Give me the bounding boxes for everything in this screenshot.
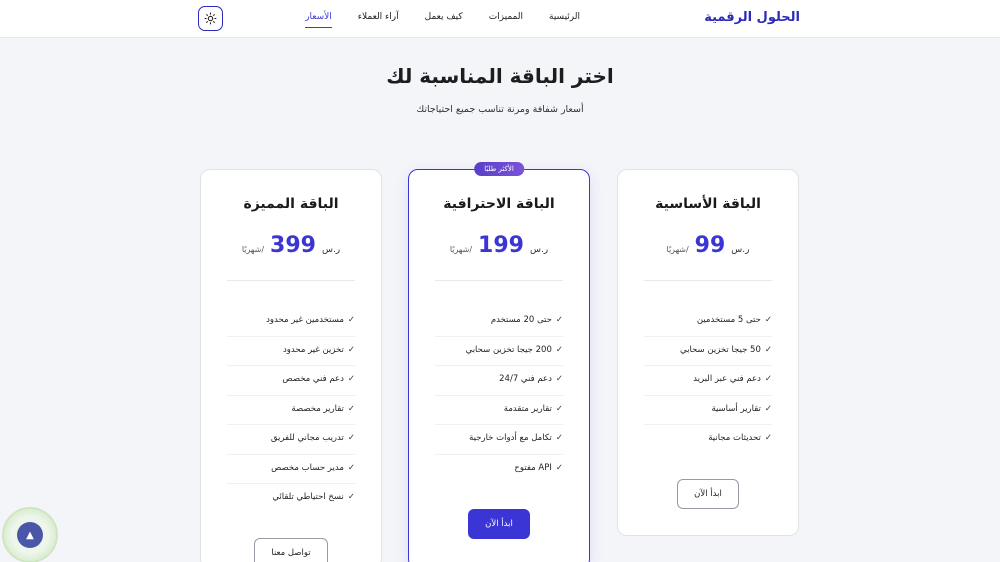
feature-item: ✓ تحديثات مجانية	[708, 433, 772, 443]
check-icon: ✓	[764, 374, 772, 384]
nav-item-home[interactable]: الرئيسية	[549, 12, 580, 22]
check-icon: ✓	[555, 462, 563, 473]
check-icon: ✓	[555, 344, 563, 355]
period-label: /شهريًا	[241, 245, 265, 254]
feature-item: ✓ تدريب مجاني للفريق	[227, 425, 355, 455]
site-header: الحلول الرقمية الرئيسية المميزات كيف يعم…	[0, 0, 1000, 38]
divider	[644, 280, 772, 281]
price-value: 399	[270, 233, 316, 258]
scroll-to-top-widget[interactable]: ▲	[2, 507, 58, 562]
feature-item: ✓ تقارير متقدمة	[435, 396, 563, 425]
price-row: ر.س 199 /شهريًا	[409, 233, 589, 258]
feature-item: ✓ دعم فني مخصص	[227, 366, 355, 396]
plan-card-basic: الباقة الأساسية ر.س 99 /شهريًا ✓ حتى 5 مس…	[617, 169, 799, 536]
check-icon: ✓	[347, 374, 355, 384]
period-label: /شهريًا	[449, 245, 473, 254]
feature-item: ✓ حتى 20 مستخدم	[435, 307, 563, 337]
plan-name: الباقة الأساسية	[655, 196, 761, 212]
check-icon: ✓	[347, 403, 355, 414]
theme-toggle-button[interactable]	[198, 6, 223, 31]
sun-icon	[204, 12, 217, 25]
feature-item: ✓ تقارير أساسية	[644, 396, 772, 425]
nav-item-how-it-works[interactable]: كيف يعمل	[425, 12, 463, 22]
nav-item-features[interactable]: المميزات	[489, 12, 523, 22]
price-row: ر.س 99 /شهريًا	[618, 233, 798, 258]
currency-label: ر.س	[731, 245, 750, 255]
check-icon: ✓	[347, 433, 355, 443]
divider	[227, 280, 355, 281]
site-logo[interactable]: الحلول الرقمية	[704, 10, 800, 25]
contact-us-button[interactable]: تواصل معنا	[254, 538, 328, 562]
feature-item: ✓ تقارير مخصصة	[227, 396, 355, 425]
check-icon: ✓	[764, 344, 772, 355]
plan-name: الباقة المميزة	[243, 196, 339, 212]
plan-name: الباقة الاحترافية	[443, 196, 555, 212]
price-value: 99	[694, 233, 726, 258]
check-icon: ✓	[555, 315, 563, 325]
currency-label: ر.س	[321, 245, 341, 255]
check-icon: ✓	[347, 315, 355, 325]
currency-label: ر.س	[529, 245, 549, 255]
check-icon: ✓	[555, 403, 563, 414]
check-icon: ✓	[764, 403, 772, 414]
price-value: 199	[478, 233, 524, 258]
main-nav: الرئيسية المميزات كيف يعمل آراء العملاء …	[305, 12, 580, 28]
period-label: /شهريًا	[666, 245, 689, 254]
nav-item-pricing[interactable]: الأسعار	[305, 12, 332, 28]
check-icon: ✓	[347, 462, 355, 473]
feature-list: ✓ حتى 5 مستخدمين ✓ 50 جيجا تخزين سحابي ✓ دع…	[644, 307, 772, 455]
feature-item: ✓ مستخدمين غير محدود	[227, 307, 355, 337]
feature-item: ✓ مدير حساب مخصص	[227, 455, 355, 484]
check-icon: ✓	[555, 433, 563, 443]
start-now-button[interactable]: ابدأ الآن	[468, 509, 530, 539]
price-row: ر.س 399 /شهريًا	[201, 233, 381, 258]
most-popular-badge: الأكثر طلبًا	[474, 162, 524, 176]
feature-item: ✓ دعم فني عبر البريد	[644, 366, 772, 396]
feature-item: ✓ نسخ احتياطي تلقائي	[272, 492, 355, 502]
feature-item: ✓ تخزين غير محدود	[227, 337, 355, 366]
feature-item: ✓ حتى 5 مستخدمين	[644, 307, 772, 337]
check-icon: ✓	[764, 433, 772, 443]
plan-card-pro: الأكثر طلبًا الباقة الاحترافية ر.س 199 /…	[408, 162, 590, 562]
feature-item: ✓ دعم فني 24/7	[435, 366, 563, 396]
check-icon: ✓	[347, 344, 355, 355]
feature-item: ✓ تكامل مع أدوات خارجية	[435, 425, 563, 455]
feature-item: ✓ 200 جيجا تخزين سحابي	[435, 337, 563, 366]
feature-list: ✓ مستخدمين غير محدود ✓ تخزين غير محدود ✓ دع…	[227, 307, 355, 514]
check-icon: ✓	[555, 374, 563, 384]
feature-item: ✓ 50 جيجا تخزين سحابي	[644, 337, 772, 366]
feature-item: ✓ API مفتوح	[514, 462, 563, 473]
check-icon: ✓	[347, 492, 355, 502]
plan-card-premium: الباقة المميزة ر.س 399 /شهريًا ✓ مستخدمين…	[200, 169, 382, 562]
divider	[435, 280, 563, 281]
page-title: اختر الباقة المناسبة لك	[386, 64, 614, 88]
start-now-button[interactable]: ابدأ الآن	[677, 479, 739, 509]
check-icon: ✓	[764, 315, 772, 325]
page-subtitle: أسعار شفافة ومرنة تناسب جميع احتياجاتك	[416, 104, 584, 115]
nav-item-testimonials[interactable]: آراء العملاء	[358, 12, 399, 22]
chevron-up-icon: ▲	[17, 522, 43, 548]
feature-list: ✓ حتى 20 مستخدم ✓ 200 جيجا تخزين سحابي ✓ دع…	[435, 307, 563, 484]
